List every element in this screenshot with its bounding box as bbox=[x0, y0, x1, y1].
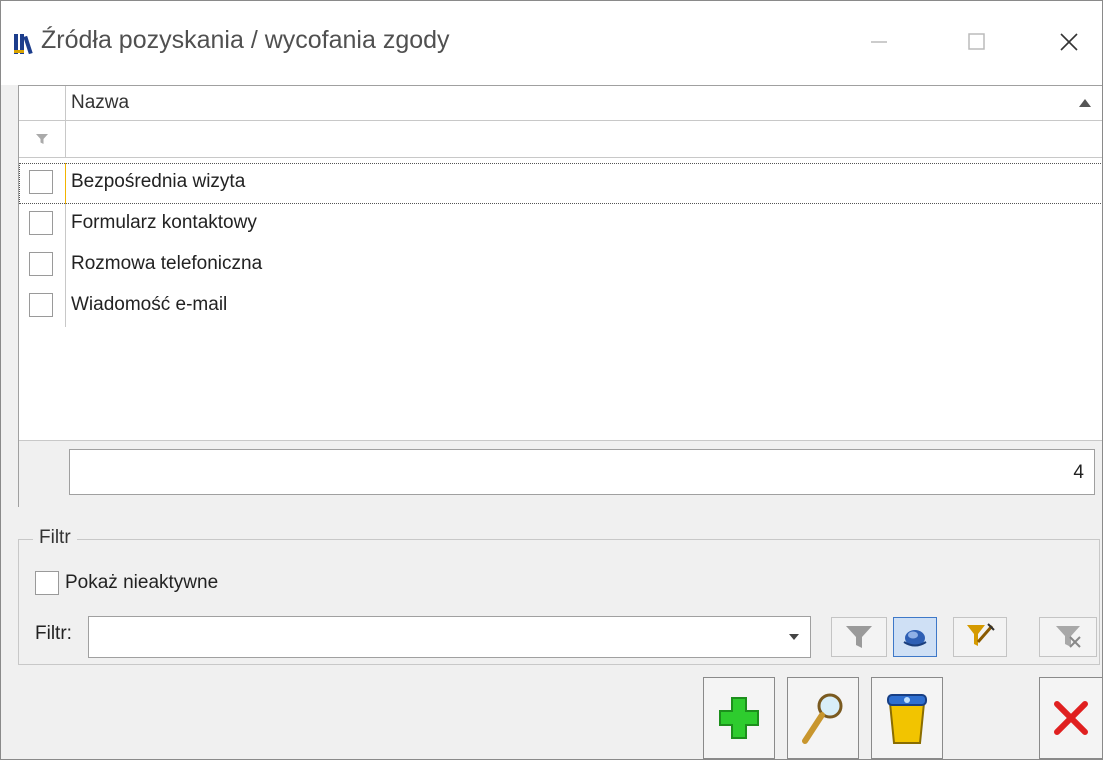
row-name: Rozmowa telefoniczna bbox=[71, 253, 263, 274]
funnel-icon bbox=[846, 626, 872, 648]
row-name: Wiadomość e-mail bbox=[71, 294, 228, 315]
minimize-icon bbox=[871, 41, 887, 43]
apply-filter-button[interactable] bbox=[831, 617, 887, 657]
dialog-window: Źródła pozyskania / wycofania zgody Nazw… bbox=[0, 0, 1103, 760]
row-name: Bezpośrednia wizyta bbox=[71, 171, 246, 192]
show-inactive-option[interactable]: Pokaż nieaktywne bbox=[35, 571, 218, 595]
grid-header: Nazwa bbox=[19, 86, 1102, 121]
edit-filter-button[interactable] bbox=[953, 617, 1007, 657]
minimize-button[interactable] bbox=[851, 19, 907, 65]
record-count: 4 bbox=[1073, 462, 1084, 483]
clear-filter-button[interactable] bbox=[1039, 617, 1097, 657]
row-checkbox-cell bbox=[19, 204, 66, 245]
grid-rows: Bezpośrednia wizyta Formularz kontaktowy… bbox=[19, 163, 1102, 327]
row-checkbox-cell bbox=[19, 163, 66, 204]
title-bar[interactable]: Źródła pozyskania / wycofania zgody bbox=[1, 1, 1102, 85]
row-checkbox[interactable] bbox=[29, 252, 53, 276]
cancel-button[interactable] bbox=[1039, 677, 1102, 759]
row-filter-icon[interactable] bbox=[19, 121, 66, 157]
table-row[interactable]: Formularz kontaktowy bbox=[19, 204, 1102, 245]
column-header-nazwa[interactable]: Nazwa bbox=[71, 92, 129, 114]
row-checkbox[interactable] bbox=[29, 170, 53, 194]
table-row[interactable]: Bezpośrednia wizyta bbox=[19, 163, 1102, 204]
grid-summary: 4 bbox=[19, 440, 1102, 507]
delete-button[interactable] bbox=[871, 677, 943, 759]
table-row[interactable]: Rozmowa telefoniczna bbox=[19, 245, 1102, 286]
maximize-button[interactable] bbox=[949, 19, 1005, 65]
add-button[interactable] bbox=[703, 677, 775, 759]
filter-input[interactable] bbox=[88, 616, 811, 658]
row-checkbox-cell bbox=[19, 286, 66, 327]
sources-grid: Nazwa Bezpośrednia wizyta Formularz kont… bbox=[18, 85, 1102, 507]
filter-field-label: Filtr: bbox=[35, 623, 72, 644]
header-corner[interactable] bbox=[19, 86, 66, 120]
row-checkbox-cell bbox=[19, 245, 66, 286]
plus-icon bbox=[719, 697, 759, 739]
row-checkbox[interactable] bbox=[29, 211, 53, 235]
show-inactive-checkbox[interactable] bbox=[35, 571, 59, 595]
recycle-bin-icon bbox=[887, 694, 927, 744]
funnel-wand-icon bbox=[967, 623, 995, 646]
funnel-clear-icon bbox=[1056, 626, 1081, 648]
magnifier-icon bbox=[802, 693, 843, 744]
table-row[interactable]: Wiadomość e-mail bbox=[19, 286, 1102, 327]
filter-group-label: Filtr bbox=[33, 527, 77, 549]
maximize-icon bbox=[968, 33, 985, 50]
preview-button[interactable] bbox=[787, 677, 859, 759]
show-inactive-label: Pokaż nieaktywne bbox=[65, 572, 219, 593]
close-button[interactable] bbox=[1041, 19, 1097, 65]
chevron-down-icon bbox=[789, 634, 799, 640]
advanced-filter-button[interactable] bbox=[893, 617, 937, 657]
close-icon bbox=[1054, 701, 1088, 735]
filter-constructor-icon bbox=[903, 630, 927, 647]
grid-filter-row[interactable] bbox=[19, 121, 1102, 158]
close-icon bbox=[1060, 33, 1078, 51]
books-icon bbox=[14, 34, 33, 55]
row-name: Formularz kontaktowy bbox=[71, 212, 257, 233]
row-checkbox[interactable] bbox=[29, 293, 53, 317]
filter-dropdown-button[interactable] bbox=[777, 616, 811, 658]
record-count-box: 4 bbox=[69, 449, 1095, 495]
sort-ascending-icon bbox=[1079, 99, 1091, 107]
window-title: Źródła pozyskania / wycofania zgody bbox=[41, 26, 450, 54]
